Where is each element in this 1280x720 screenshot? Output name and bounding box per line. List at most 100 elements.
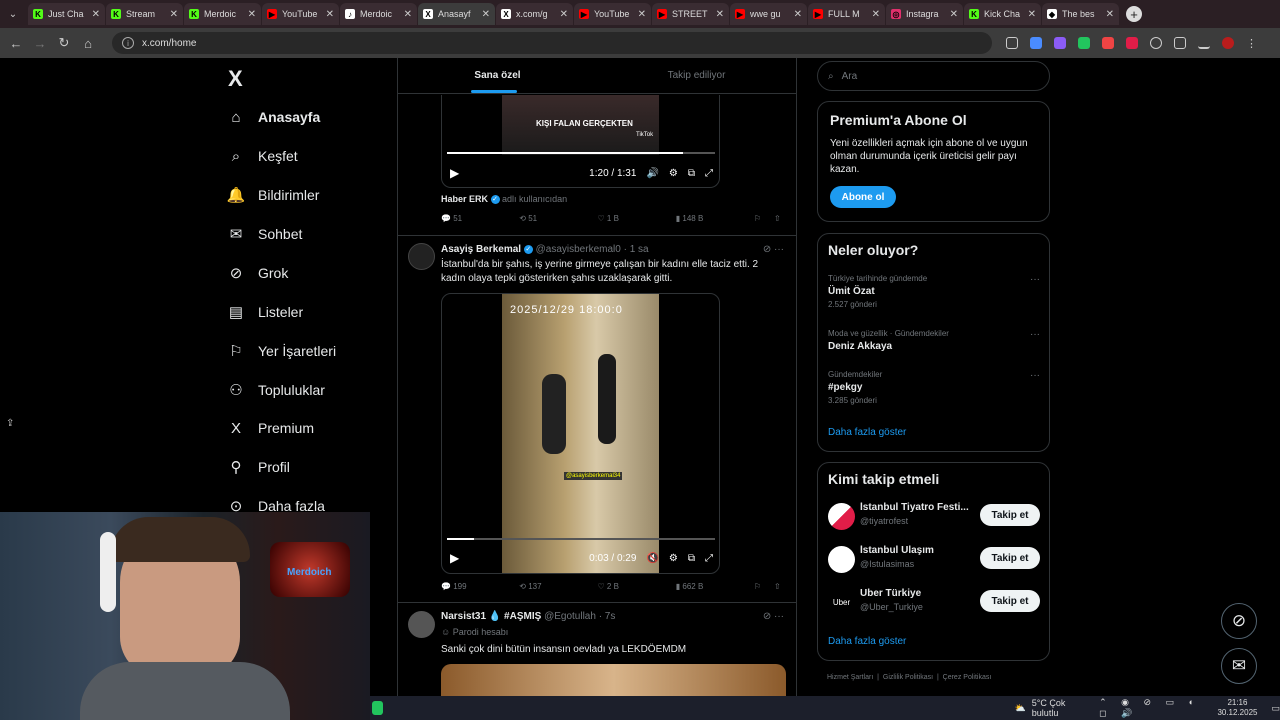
browser-tab[interactable]: Xx.com/g ✕ xyxy=(496,3,573,25)
tweet3-media[interactable] xyxy=(441,664,786,696)
tab-close-icon[interactable]: ✕ xyxy=(92,9,100,20)
tab-close-icon[interactable]: ✕ xyxy=(950,9,958,20)
bookmark-icon[interactable]: ⚐ xyxy=(754,582,774,591)
avatar[interactable] xyxy=(408,611,435,638)
follow-suggestion[interactable]: İstanbul Tiyatro Festi... @tiyatrofest Tak… xyxy=(828,501,1040,531)
nav-item-7[interactable]: ⚇ Topluluklar xyxy=(226,378,325,402)
reading-list-icon[interactable] xyxy=(1198,37,1210,49)
bookmark-star-icon[interactable] xyxy=(1030,37,1042,49)
share-icon[interactable]: ⇧ xyxy=(774,582,786,591)
tab-close-icon[interactable]: ✕ xyxy=(482,9,490,20)
nav-item-0[interactable]: ⌂ Anasayfa xyxy=(226,105,320,129)
follow-show-more[interactable]: Daha fazla göster xyxy=(828,636,906,647)
nav-item-6[interactable]: ⚐ Yer İşaretleri xyxy=(226,339,336,363)
tab-close-icon[interactable]: ✕ xyxy=(404,9,412,20)
repost-button[interactable]: ⟲ 51 xyxy=(519,214,597,223)
trend-item[interactable]: Moda ve güzellik · Gündemdekiler Deniz Ak… xyxy=(828,329,1040,355)
account-name[interactable]: Uber Türkiye xyxy=(860,588,970,599)
browser-tab[interactable]: ◎ Instagra ✕ xyxy=(886,3,963,25)
tab-following[interactable]: Takip ediliyor xyxy=(597,58,796,93)
tweet2-video[interactable]: 2025/12/29 18:00:0 @asayisberkemal34 ▶ 0… xyxy=(441,293,720,574)
volume-icon[interactable]: 🔊 xyxy=(646,168,658,179)
browser-tab[interactable]: K Stream ✕ xyxy=(106,3,183,25)
taskbar-app-icon[interactable] xyxy=(372,701,383,715)
browser-tab[interactable]: X Anasayf ✕ xyxy=(418,3,495,25)
account-avatar[interactable] xyxy=(828,546,855,573)
site-info-icon[interactable]: i xyxy=(122,37,134,49)
forward-icon[interactable]: → xyxy=(28,36,52,51)
bookmark-icon[interactable]: ⚐ xyxy=(754,214,774,223)
follow-button[interactable]: Takip et xyxy=(980,547,1040,569)
like-button[interactable]: ♡ 1 B xyxy=(598,214,676,223)
url-bar[interactable]: i x.com/home xyxy=(112,32,992,54)
nav-item-1[interactable]: ⌕ Keşfet xyxy=(226,144,298,168)
tab-search-icon[interactable]: ⌄ xyxy=(4,5,22,23)
tab-close-icon[interactable]: ✕ xyxy=(716,9,724,20)
nav-item-8[interactable]: X Premium xyxy=(226,416,314,440)
pip-icon[interactable]: ⧉ xyxy=(688,553,695,564)
follow-suggestion[interactable]: İstanbul Ulaşım @Istulasimas Takip et xyxy=(828,544,1040,574)
tab-close-icon[interactable]: ✕ xyxy=(248,9,256,20)
scroll-up-icon[interactable]: ⇪ xyxy=(6,418,14,429)
account-avatar[interactable]: Uber xyxy=(828,589,855,616)
tweet3-more-icon[interactable]: ⊘ ··· xyxy=(763,611,784,622)
browser-tab[interactable]: K Just Cha ✕ xyxy=(28,3,105,25)
weather-text[interactable]: 5°C Çok bulutlu xyxy=(1032,698,1079,718)
footer-links[interactable]: Hizmet Şartları | Gizlilik Politikası | … xyxy=(827,674,991,681)
tab-close-icon[interactable]: ✕ xyxy=(326,9,334,20)
settings-icon[interactable]: ⚙ xyxy=(669,553,678,564)
extension-gear-icon[interactable] xyxy=(1150,37,1162,49)
browser-tab[interactable]: ♪ Merdoic ✕ xyxy=(340,3,417,25)
browser-tab[interactable]: ▶ wwe gu ✕ xyxy=(730,3,807,25)
follow-button[interactable]: Takip et xyxy=(980,590,1040,612)
follow-suggestion[interactable]: Uber Uber Türkiye @Uber_Turkiye Takip et xyxy=(828,587,1040,617)
follow-button[interactable]: Takip et xyxy=(980,504,1040,526)
fullscreen-icon[interactable]: ⤢ xyxy=(705,168,713,179)
extensions-puzzle-icon[interactable] xyxy=(1174,37,1186,49)
tweet3-handle[interactable]: @Egotullah · 7s xyxy=(544,611,615,622)
browser-tab[interactable]: ▶ YouTube ✕ xyxy=(262,3,339,25)
account-avatar[interactable] xyxy=(828,503,855,530)
tweet2-progress-bar[interactable] xyxy=(447,538,715,540)
new-tab-button[interactable]: + xyxy=(1126,6,1142,22)
nav-item-5[interactable]: ▤ Listeler xyxy=(226,300,303,324)
tray-icons[interactable]: ⌃ ◉ ⊘ ▭ ◐ ◻ 🔊 xyxy=(1099,697,1211,719)
settings-icon[interactable]: ⚙ xyxy=(669,168,678,179)
tweet2-more-icon[interactable]: ⊘ ··· xyxy=(763,244,784,255)
trend-item[interactable]: Gündemdekiler #pekgy 3.285 gönderi ··· xyxy=(828,370,1040,405)
views-button[interactable]: ▮ 148 B xyxy=(676,214,754,223)
reload-icon[interactable]: ↻ xyxy=(52,35,76,51)
notification-icon[interactable]: ▭ xyxy=(1271,703,1280,714)
trend-more-icon[interactable]: ··· xyxy=(1030,370,1040,381)
tab-close-icon[interactable]: ✕ xyxy=(638,9,646,20)
tweet1-source-name[interactable]: Haber ERK xyxy=(441,194,488,204)
tab-close-icon[interactable]: ✕ xyxy=(1106,9,1114,20)
home-icon[interactable]: ⌂ xyxy=(76,36,100,51)
tab-close-icon[interactable]: ✕ xyxy=(170,9,178,20)
reply-button[interactable]: 💬 199 xyxy=(441,582,519,591)
nav-item-9[interactable]: ⚲ Profil xyxy=(226,455,290,479)
grok-fab-icon[interactable]: ⊘ xyxy=(1221,603,1257,639)
account-name[interactable]: İstanbul Tiyatro Festi... xyxy=(860,502,970,513)
nav-item-4[interactable]: ⊘ Grok xyxy=(226,261,289,285)
account-name[interactable]: İstanbul Ulaşım xyxy=(860,545,970,556)
like-button[interactable]: ♡ 2 B xyxy=(598,582,676,591)
play-icon[interactable]: ▶ xyxy=(450,166,459,180)
search-box[interactable]: ⌕ Ara xyxy=(817,61,1050,91)
trends-show-more[interactable]: Daha fazla göster xyxy=(828,427,906,438)
tweet1-video[interactable]: KIŞI FALAN GERÇEKTEN TikTok ▶ 1:20 / 1:3… xyxy=(441,95,720,188)
tweet2-name[interactable]: Asayiş Berkemal xyxy=(441,244,521,255)
extension-leaf-icon[interactable] xyxy=(1102,37,1114,49)
extension-abp-icon[interactable] xyxy=(1126,37,1138,49)
tweet1-progress-bar[interactable] xyxy=(447,152,715,154)
avatar[interactable] xyxy=(408,243,435,270)
tab-close-icon[interactable]: ✕ xyxy=(560,9,568,20)
tab-close-icon[interactable]: ✕ xyxy=(794,9,802,20)
play-icon[interactable]: ▶ xyxy=(450,551,459,565)
trend-more-icon[interactable]: ··· xyxy=(1030,329,1040,340)
tab-close-icon[interactable]: ✕ xyxy=(872,9,880,20)
trend-more-icon[interactable]: ··· xyxy=(1030,274,1040,285)
back-icon[interactable]: ← xyxy=(4,36,28,51)
browser-menu-icon[interactable]: ⋮ xyxy=(1246,37,1258,50)
views-button[interactable]: ▮ 662 B xyxy=(676,582,754,591)
